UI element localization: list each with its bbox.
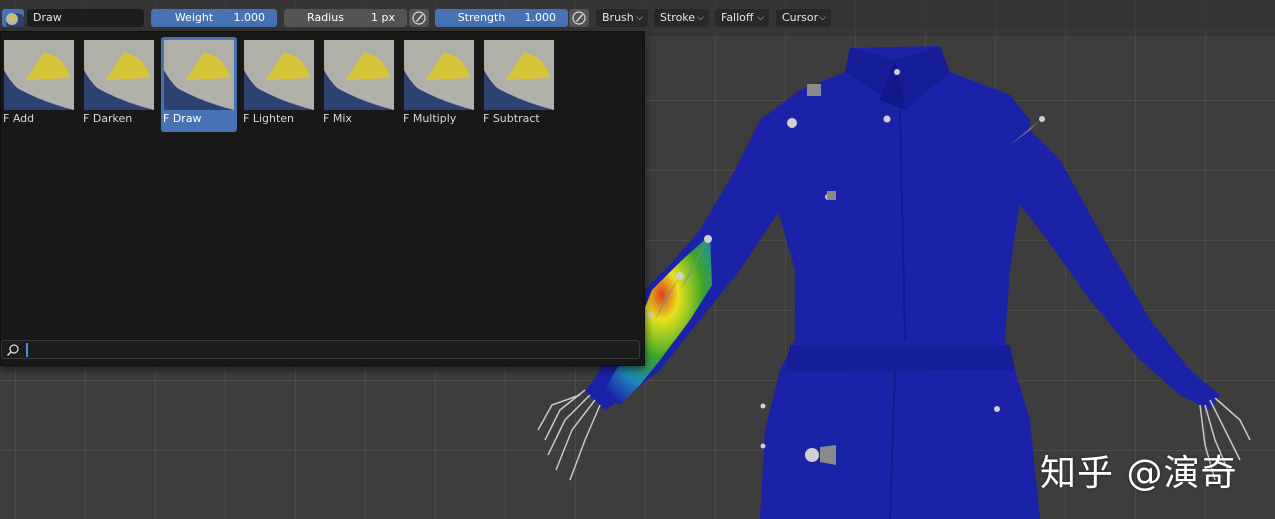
brush-preset-popup: F Add F Darken F Draw F Lighten F Mix F …: [0, 31, 645, 366]
brush-preset-label: F Mix: [323, 112, 352, 125]
watermark: 知乎 @演奇: [1040, 453, 1238, 494]
brush-thumbnail-icon: [84, 40, 154, 110]
brush-preset-label: F Subtract: [483, 112, 540, 125]
strength-value: 1.000: [524, 11, 557, 24]
stroke-menu[interactable]: Stroke ⌵: [654, 9, 709, 27]
preset-search-input[interactable]: [1, 340, 640, 359]
strength-slider[interactable]: Strength 1.000: [435, 9, 568, 27]
brush-menu[interactable]: Brush ⌵: [596, 9, 648, 27]
brush-preset-f-mix[interactable]: F Mix: [321, 37, 397, 132]
pen-pressure-icon: [572, 11, 586, 25]
brush-preset-label: F Multiply: [403, 112, 457, 125]
falloff-menu[interactable]: Falloff ⌵: [715, 9, 769, 27]
brush-thumbnail-icon: [404, 40, 474, 110]
weight-slider[interactable]: Weight 1.000: [151, 9, 277, 27]
chevron-down-icon: ⌵: [757, 13, 764, 23]
brush-preset-f-darken[interactable]: F Darken: [81, 37, 157, 132]
pen-pressure-icon: [412, 11, 426, 25]
brush-menu-label: Brush: [602, 11, 634, 24]
chevron-down-icon: ⌵: [819, 13, 826, 23]
brush-preset-label: F Darken: [83, 112, 133, 125]
text-caret: [26, 343, 28, 357]
chevron-down-icon: ⌵: [636, 13, 643, 23]
stroke-menu-label: Stroke: [660, 11, 696, 24]
brush-preset-f-lighten[interactable]: F Lighten: [241, 37, 317, 132]
brush-preset-f-draw[interactable]: F Draw: [161, 37, 237, 132]
brush-preset-f-multiply[interactable]: F Multiply: [401, 37, 477, 132]
brush-thumbnail-icon: [484, 40, 554, 110]
brush-thumbnail-icon: [164, 40, 234, 110]
search-icon: [6, 344, 19, 357]
falloff-menu-label: Falloff: [721, 11, 754, 24]
brush-preset-f-subtract[interactable]: F Subtract: [481, 37, 557, 132]
radius-value: 1 px: [371, 11, 395, 24]
radius-slider[interactable]: Radius 1 px: [284, 9, 407, 27]
strength-pressure-toggle[interactable]: [569, 9, 589, 27]
brush-preset-label: F Add: [3, 112, 35, 125]
brush-preset-label: F Lighten: [243, 112, 295, 125]
brush-name-field[interactable]: Draw: [27, 9, 144, 27]
brush-preset-f-add[interactable]: F Add: [1, 37, 77, 132]
brush-thumbnail-icon: [4, 40, 74, 110]
cursor-menu[interactable]: Cursor ⌵: [776, 9, 831, 27]
weight-value: 1.000: [233, 11, 266, 24]
radius-pressure-toggle[interactable]: [409, 9, 429, 27]
cursor-menu-label: Cursor: [782, 11, 819, 24]
brush-thumbnail-icon: [324, 40, 394, 110]
brush-thumbnail-icon: [244, 40, 314, 110]
brush-thumbnail-icon[interactable]: [2, 9, 24, 27]
brush-preset-label: F Draw: [163, 112, 202, 125]
chevron-down-icon: ⌵: [697, 13, 704, 23]
